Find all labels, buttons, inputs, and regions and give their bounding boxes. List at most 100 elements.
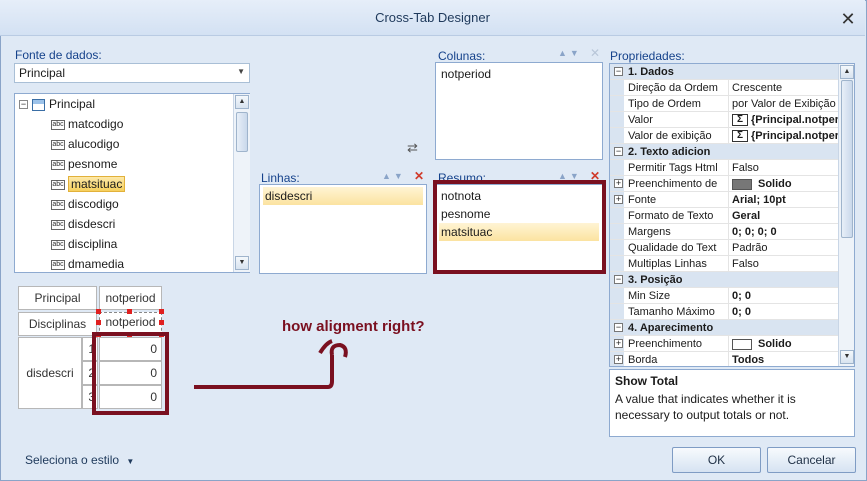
scroll-down-icon[interactable]: ▼ bbox=[235, 256, 249, 270]
tree-field-label: matsituac bbox=[68, 176, 126, 192]
resize-handle[interactable] bbox=[159, 320, 164, 325]
tree-field-discodigo[interactable]: abc discodigo bbox=[51, 194, 119, 214]
property-row[interactable]: Formato de Texto Geral bbox=[610, 208, 838, 224]
tree-field-pesnome[interactable]: abc pesnome bbox=[51, 154, 117, 174]
corner-disciplinas[interactable]: Disciplinas bbox=[18, 312, 97, 336]
rows-list[interactable]: disdescri bbox=[259, 184, 427, 274]
property-name: 1. Dados bbox=[628, 66, 674, 78]
style-label: Seleciona o estilo bbox=[25, 453, 120, 467]
chevron-down-icon[interactable]: ▼ bbox=[126, 457, 134, 466]
column-header[interactable]: notperiod bbox=[99, 286, 162, 310]
collapse-icon[interactable]: − bbox=[614, 147, 623, 156]
collapse-icon[interactable]: − bbox=[614, 67, 623, 76]
tree-field-label: dmamedia bbox=[68, 257, 125, 271]
tree-root[interactable]: − Principal bbox=[19, 94, 95, 114]
property-name: Permitir Tags Html bbox=[628, 162, 718, 174]
columns-label: Colunas: bbox=[438, 49, 486, 63]
property-row[interactable]: Multiplas Linhas Falso bbox=[610, 256, 838, 272]
property-category[interactable]: −2. Texto adicion bbox=[610, 144, 838, 160]
property-name: 4. Aparecimento bbox=[628, 322, 714, 334]
property-category[interactable]: −3. Posição bbox=[610, 272, 838, 288]
property-value-text: Geral bbox=[732, 210, 761, 222]
columns-list[interactable]: notperiod bbox=[435, 62, 603, 160]
property-value[interactable]: Falso bbox=[728, 256, 838, 271]
property-row[interactable]: Valor Σ {Principal.notper bbox=[610, 112, 838, 128]
property-row[interactable]: + Fonte Arial; 10pt bbox=[610, 192, 838, 208]
property-row[interactable]: Permitir Tags Html Falso bbox=[610, 160, 838, 176]
ok-button[interactable]: OK bbox=[672, 447, 761, 473]
property-category[interactable]: −1. Dados bbox=[610, 64, 838, 80]
property-value[interactable]: 0; 0 bbox=[728, 288, 838, 303]
close-icon[interactable]: ✕ bbox=[838, 9, 858, 29]
property-row[interactable]: Min Size 0; 0 bbox=[610, 288, 838, 304]
property-value[interactable]: Crescente bbox=[728, 80, 838, 95]
property-row[interactable]: Valor de exibição Σ {Principal.notper bbox=[610, 128, 838, 144]
property-row[interactable]: + Borda Todos bbox=[610, 352, 838, 366]
datasource-select[interactable]: Principal ▼ bbox=[14, 63, 250, 83]
property-value[interactable]: Solido bbox=[728, 176, 838, 191]
expand-icon[interactable]: + bbox=[614, 179, 623, 188]
resize-handle[interactable] bbox=[127, 309, 132, 314]
rows-move-icons[interactable]: ▲▼ bbox=[382, 171, 406, 181]
property-row[interactable]: + Preenchimento Solido bbox=[610, 336, 838, 352]
property-value[interactable]: Arial; 10pt bbox=[728, 192, 838, 207]
tree-field-disciplina[interactable]: abc disciplina bbox=[51, 234, 117, 254]
tree-field-disdescri[interactable]: abc disdescri bbox=[51, 214, 115, 234]
property-value[interactable]: Solido bbox=[728, 336, 838, 351]
expand-icon[interactable]: + bbox=[614, 339, 623, 348]
row-header[interactable]: disdescri bbox=[18, 337, 82, 409]
tree-field-matcodigo[interactable]: abc matcodigo bbox=[51, 114, 123, 134]
property-value-text: 0; 0; 0; 0 bbox=[732, 226, 777, 238]
chevron-down-icon[interactable]: ▼ bbox=[237, 67, 245, 76]
columns-remove-icon[interactable]: ✕ bbox=[590, 46, 600, 60]
tree-scrollbar[interactable]: ▲ ▼ bbox=[233, 94, 250, 272]
property-value-text: 0; 0 bbox=[732, 306, 751, 318]
rows-remove-icon[interactable]: ✕ bbox=[414, 169, 424, 183]
property-value[interactable]: 0; 0 bbox=[728, 304, 838, 319]
tree-field-alucodigo[interactable]: abc alucodigo bbox=[51, 134, 119, 154]
scroll-up-icon[interactable]: ▲ bbox=[235, 95, 249, 109]
expand-icon[interactable]: + bbox=[614, 355, 623, 364]
property-row[interactable]: Direção da Ordem Crescente bbox=[610, 80, 838, 96]
property-row[interactable]: + Preenchimento de Solido bbox=[610, 176, 838, 192]
property-row[interactable]: Margens 0; 0; 0; 0 bbox=[610, 224, 838, 240]
collapse-icon[interactable]: − bbox=[614, 275, 623, 284]
datasource-tree: − Principal abc matcodigo abc alucodigo abc pe… bbox=[14, 93, 250, 273]
columns-move-icons[interactable]: ▲▼ bbox=[558, 48, 582, 58]
property-value[interactable]: 0; 0; 0; 0 bbox=[728, 224, 838, 239]
resize-handle[interactable] bbox=[96, 309, 101, 314]
property-value[interactable]: Falso bbox=[728, 160, 838, 175]
property-value[interactable]: Padrão bbox=[728, 240, 838, 255]
properties-scrollbar[interactable]: ▲ ▼ bbox=[838, 64, 854, 366]
cancel-button[interactable]: Cancelar bbox=[767, 447, 856, 473]
scroll-up-icon[interactable]: ▲ bbox=[840, 65, 854, 79]
resize-handle[interactable] bbox=[159, 309, 164, 314]
collapse-icon[interactable]: − bbox=[19, 100, 28, 110]
property-row[interactable]: Tipo de Ordem por Valor de Exibição bbox=[610, 96, 838, 112]
expand-icon[interactable]: + bbox=[614, 195, 623, 204]
style-select[interactable]: Seleciona o estilo ▼ bbox=[25, 453, 134, 467]
property-value[interactable]: por Valor de Exibição bbox=[728, 96, 838, 111]
sigma-icon[interactable]: Σ bbox=[732, 114, 748, 127]
sigma-icon[interactable]: Σ bbox=[732, 130, 748, 143]
tree-field-dmamedia[interactable]: abc dmamedia bbox=[51, 254, 124, 274]
property-value[interactable]: Geral bbox=[728, 208, 838, 223]
tree-field-label: disdescri bbox=[68, 217, 116, 231]
scroll-thumb[interactable] bbox=[841, 80, 853, 238]
swap-icon[interactable]: ⇄ bbox=[407, 140, 418, 156]
property-row[interactable]: Qualidade do Text Padrão bbox=[610, 240, 838, 256]
property-value[interactable]: Σ {Principal.notper bbox=[728, 128, 838, 143]
property-value[interactable]: Todos bbox=[728, 352, 838, 366]
collapse-icon[interactable]: − bbox=[614, 323, 623, 332]
property-row[interactable]: Tamanho Máximo 0; 0 bbox=[610, 304, 838, 320]
tree-field-matsituac[interactable]: abc matsituac bbox=[51, 174, 126, 194]
scroll-down-icon[interactable]: ▼ bbox=[840, 350, 854, 364]
list-item[interactable]: disdescri bbox=[263, 187, 423, 205]
scroll-thumb[interactable] bbox=[236, 112, 248, 152]
property-name: Min Size bbox=[628, 290, 671, 302]
property-category[interactable]: −4. Aparecimento bbox=[610, 320, 838, 336]
property-value[interactable]: Σ {Principal.notper bbox=[728, 112, 838, 127]
list-item[interactable]: notperiod bbox=[439, 65, 491, 83]
resize-handle[interactable] bbox=[96, 320, 101, 325]
corner-principal[interactable]: Principal bbox=[18, 286, 97, 310]
